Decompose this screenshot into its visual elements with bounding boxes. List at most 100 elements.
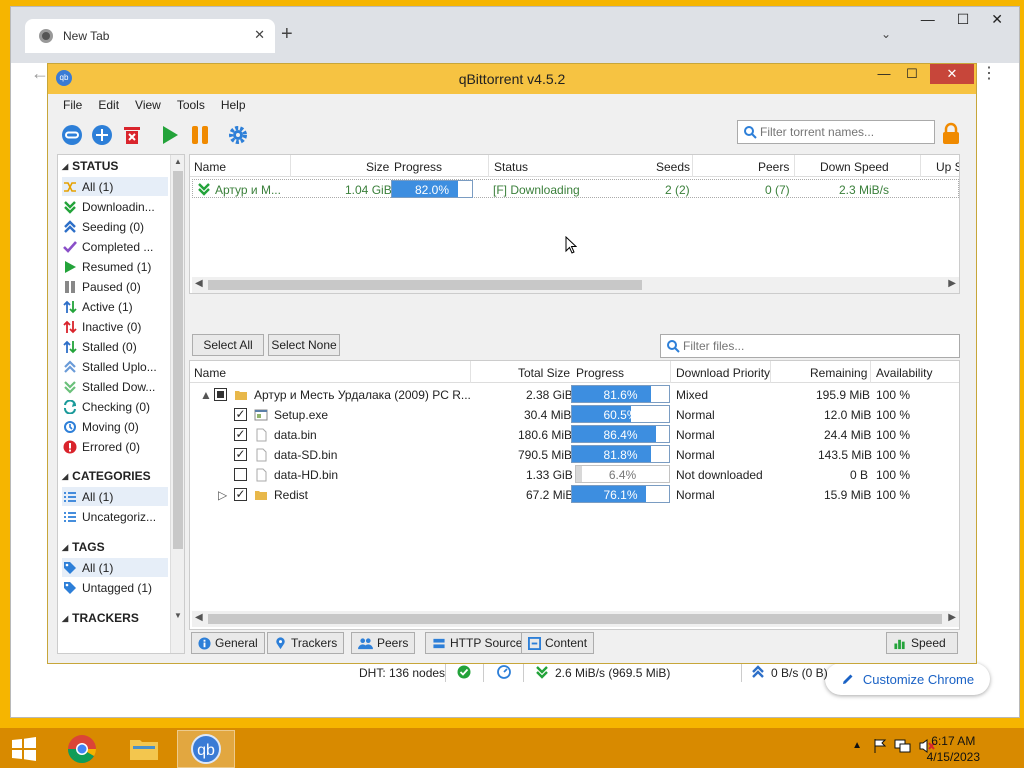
file-checkbox[interactable]: ✓ xyxy=(234,448,247,461)
file-checkbox[interactable]: ✓ xyxy=(234,408,247,421)
col-status[interactable]: Status xyxy=(494,160,528,174)
search-input[interactable] xyxy=(760,125,930,139)
col-size[interactable]: Size xyxy=(366,160,389,174)
file-priority[interactable]: Normal xyxy=(676,428,715,442)
lock-icon[interactable] xyxy=(941,122,961,146)
scroll-up-icon[interactable]: ▲ xyxy=(171,157,184,166)
file-checkbox[interactable]: ✓ xyxy=(234,428,247,441)
torrent-search-field[interactable] xyxy=(737,120,935,144)
delete-torrent-button[interactable] xyxy=(119,122,145,148)
new-tab-button[interactable]: + xyxy=(281,23,293,46)
sidebar-item-stalled-downloading[interactable]: Stalled Dow... xyxy=(62,377,168,396)
category-item-uncategorized[interactable]: Uncategoriz... xyxy=(62,507,168,526)
connection-status-icon[interactable] xyxy=(457,665,471,682)
col-down-speed[interactable]: Down Speed xyxy=(820,160,889,174)
col-name[interactable]: Name xyxy=(194,160,226,174)
select-none-button[interactable]: Select None xyxy=(268,334,340,356)
select-all-button[interactable]: Select All xyxy=(192,334,264,356)
sidebar-item-seeding[interactable]: Seeding (0) xyxy=(62,217,168,236)
sidebar-item-active[interactable]: Active (1) xyxy=(62,297,168,316)
filter-files-input[interactable] xyxy=(683,339,853,353)
tab-http-sources[interactable]: HTTP Sources xyxy=(425,632,536,654)
file-row[interactable]: ▷ ✓ Redist 67.2 MiB 76.1% Normal 15.9 Mi… xyxy=(190,485,959,505)
file-list-hscrollbar[interactable]: ◀ ▶ xyxy=(192,611,959,627)
action-center-flag-icon[interactable] xyxy=(872,738,888,757)
tab-close-icon[interactable]: ✕ xyxy=(254,27,265,43)
chrome-menu-icon[interactable]: ⋮ xyxy=(981,63,997,83)
sidebar-item-resumed[interactable]: Resumed (1) xyxy=(62,257,168,276)
file-row[interactable]: ▲ Артур и Месть Урдалака (2009) PC R... … xyxy=(190,385,959,405)
options-button[interactable] xyxy=(225,122,251,148)
resume-button[interactable] xyxy=(157,122,183,148)
sidebar-scrollbar[interactable]: ▲ ▼ xyxy=(170,155,184,653)
scrollbar-thumb[interactable] xyxy=(208,280,642,290)
taskbar-file-explorer[interactable] xyxy=(115,730,173,768)
trackers-header[interactable]: ◢ TRACKERS xyxy=(62,611,139,625)
col-remaining[interactable]: Remaining xyxy=(810,366,867,380)
taskbar-chrome[interactable] xyxy=(53,730,111,768)
scrollbar-thumb[interactable] xyxy=(208,614,942,624)
scroll-left-icon[interactable]: ◀ xyxy=(195,612,203,623)
menu-file[interactable]: File xyxy=(55,96,90,116)
scroll-right-icon[interactable]: ▶ xyxy=(948,278,956,289)
file-row[interactable]: ✓ Setup.exe 30.4 MiB 60.5% Normal 12.0 M… xyxy=(190,405,959,425)
network-icon[interactable] xyxy=(894,738,912,757)
file-priority[interactable]: Normal xyxy=(676,448,715,462)
expand-arrow-icon[interactable]: ▷ xyxy=(218,488,227,502)
col-availability[interactable]: Availability xyxy=(876,366,932,380)
col-download-priority[interactable]: Download Priority xyxy=(676,366,770,380)
tab-general[interactable]: General xyxy=(191,632,265,654)
scroll-down-icon[interactable]: ▼ xyxy=(171,611,184,620)
tab-peers[interactable]: Peers xyxy=(351,632,416,654)
maximize-button[interactable]: ☐ xyxy=(898,64,926,86)
taskbar-qbittorrent[interactable]: qb xyxy=(177,730,235,768)
sidebar-item-downloading[interactable]: Downloadin... xyxy=(62,197,168,216)
sidebar-item-stalled[interactable]: Stalled (0) xyxy=(62,337,168,356)
col-progress[interactable]: Progress xyxy=(394,160,442,174)
file-priority[interactable]: Mixed xyxy=(676,388,708,402)
sidebar-item-all[interactable]: All (1) xyxy=(62,177,168,196)
file-priority[interactable]: Normal xyxy=(676,488,715,502)
sidebar-item-stalled-uploading[interactable]: Stalled Uplo... xyxy=(62,357,168,376)
col-up-speed[interactable]: Up S xyxy=(936,160,959,174)
menu-view[interactable]: View xyxy=(127,96,169,116)
sidebar-item-checking[interactable]: Checking (0) xyxy=(62,397,168,416)
clock[interactable]: 6:17 AM 4/15/2023 xyxy=(927,733,980,765)
sidebar-item-errored[interactable]: Errored (0) xyxy=(62,437,168,456)
file-checkbox[interactable] xyxy=(234,468,247,481)
menu-tools[interactable]: Tools xyxy=(169,96,213,116)
file-row[interactable]: ✓ data.bin 180.6 MiB 86.4% Normal 24.4 M… xyxy=(190,425,959,445)
tag-item-all[interactable]: All (1) xyxy=(62,558,168,577)
maximize-button[interactable]: ☐ xyxy=(957,11,970,28)
sidebar-item-moving[interactable]: Moving (0) xyxy=(62,417,168,436)
close-button[interactable]: ✕ xyxy=(991,11,1003,28)
download-speed[interactable]: 2.6 MiB/s (969.5 MiB) xyxy=(555,666,670,680)
menu-help[interactable]: Help xyxy=(213,96,254,116)
col-seeds[interactable]: Seeds xyxy=(656,160,690,174)
scroll-right-icon[interactable]: ▶ xyxy=(948,612,956,623)
show-hidden-icons-chevron-icon[interactable]: ▲ xyxy=(852,740,862,751)
sidebar-item-inactive[interactable]: Inactive (0) xyxy=(62,317,168,336)
col-peers[interactable]: Peers xyxy=(758,160,789,174)
collapse-arrow-icon[interactable]: ▲ xyxy=(200,388,212,402)
scroll-left-icon[interactable]: ◀ xyxy=(195,278,203,289)
col-file-name[interactable]: Name xyxy=(194,366,226,380)
col-total-size[interactable]: Total Size xyxy=(518,366,570,380)
status-header[interactable]: ◢ STATUS xyxy=(62,159,118,173)
minimize-button[interactable]: — xyxy=(870,64,898,86)
alt-speed-icon[interactable] xyxy=(497,665,511,682)
pause-button[interactable] xyxy=(187,122,213,148)
file-row[interactable]: data-HD.bin 1.33 GiB 6.4% Not downloaded… xyxy=(190,465,959,485)
add-torrent-button[interactable] xyxy=(89,122,115,148)
file-priority[interactable]: Normal xyxy=(676,408,715,422)
file-row[interactable]: ✓ data-SD.bin 790.5 MiB 81.8% Normal 143… xyxy=(190,445,959,465)
sidebar-item-completed[interactable]: Completed ... xyxy=(62,237,168,256)
category-item-all[interactable]: All (1) xyxy=(62,487,168,506)
speed-button[interactable]: Speed xyxy=(886,632,958,654)
upload-speed[interactable]: 0 B/s (0 B) xyxy=(771,666,828,680)
scrollbar-thumb[interactable] xyxy=(173,171,183,549)
chrome-tab[interactable]: New Tab ✕ xyxy=(25,19,275,53)
start-button[interactable] xyxy=(0,730,48,768)
file-checkbox[interactable] xyxy=(214,388,227,401)
title-bar[interactable]: qb qBittorrent v4.5.2 — ☐ ✕ xyxy=(48,64,976,94)
